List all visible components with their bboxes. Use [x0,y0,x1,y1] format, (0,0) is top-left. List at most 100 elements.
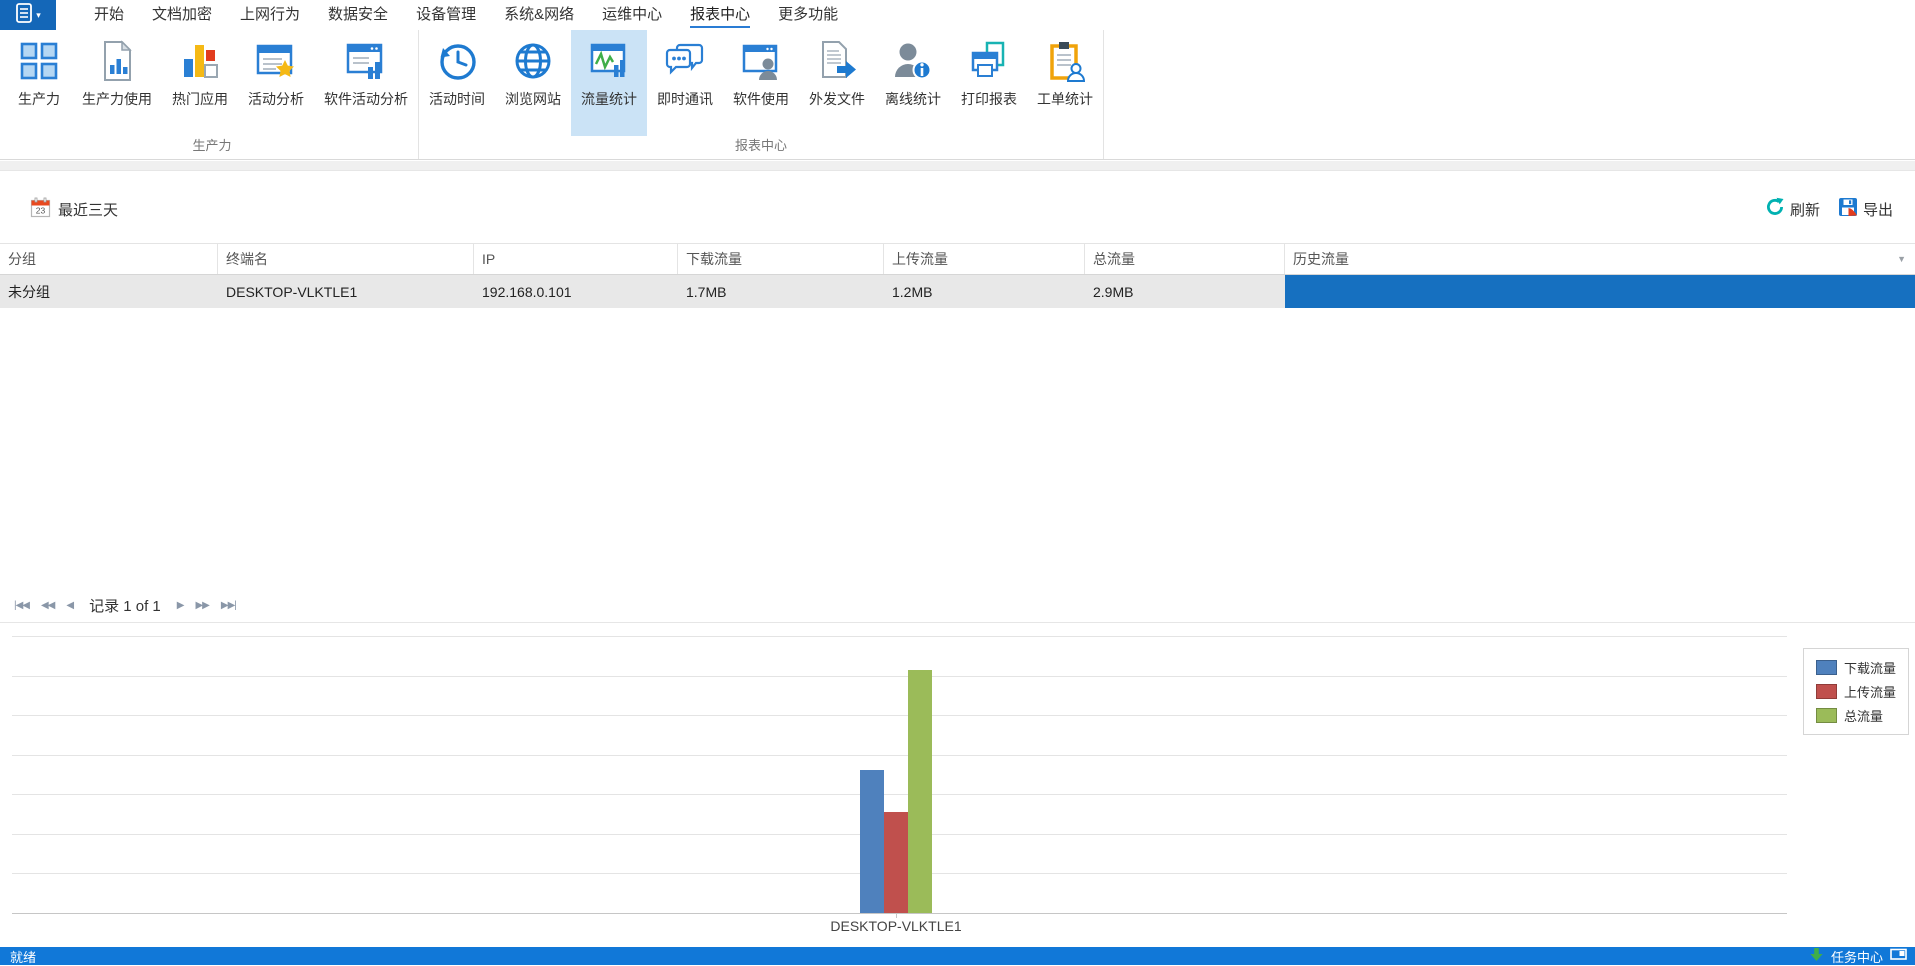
fast-forward-button[interactable]: ▶▶ [189,600,214,611]
download-arrow-icon [1809,947,1824,965]
pager-record-text: 记录 1 of 1 [89,597,161,615]
status-ready-text: 就绪 [10,949,37,965]
menu-tab-label: 上网行为 [240,5,301,23]
column-header[interactable]: 历史流量 ▼ [1285,244,1915,274]
ribbon-button[interactable]: 软件使用 [723,30,799,136]
menu-tab[interactable]: 报表中心 [676,0,764,30]
agent-status-icon[interactable] [1890,948,1907,964]
prev-page-button[interactable]: ◀ [60,600,79,611]
ribbon-button[interactable]: 浏览网站 [495,30,571,136]
next-page-button[interactable]: ▶ [171,600,190,611]
column-header[interactable]: 下载流量 [678,244,884,274]
legend-item: 上传流量 [1815,682,1896,701]
ribbon-button[interactable]: 外发文件 [799,30,875,136]
ribbon-button[interactable]: 生产力 [6,30,72,136]
window-chart-icon [343,38,389,84]
menu-bar: ▾ 开始 文档加密 上网行为 数据安全 设备管理 系统&网络 运维中心 报表中心 更多功能 [0,0,1915,30]
table-cell: 未分组 [0,275,218,308]
ribbon-button[interactable]: 工单统计 [1027,30,1103,136]
table-row[interactable]: 未分组 DESKTOP-VLKTLE1 192.168.0.101 1.7MB 1.2M… [0,275,1915,308]
menu-tab[interactable]: 运维中心 [588,0,676,30]
export-icon [1838,197,1858,221]
column-chooser-dropdown-icon[interactable]: ▼ [1897,254,1906,264]
fast-backward-button[interactable]: ◀◀ [35,600,60,611]
menu-tab-label: 数据安全 [328,5,389,23]
ribbon-group-items: 生产力 生产力使用 热门应用 活动分析 软件活动分析 [6,30,418,136]
menu-tab[interactable]: 开始 [80,0,138,30]
last-page-button[interactable]: ▶▶| [215,600,242,611]
grid-icon [16,38,62,84]
ribbon-group-label: 生产力 [192,138,232,153]
table-cell: 192.168.0.101 [474,275,678,308]
column-header[interactable]: 终端名 [218,244,474,274]
date-range-button[interactable]: 23 最近三天 [30,197,118,222]
table-cell: DESKTOP-VLKTLE1 [218,275,474,308]
table-cell: 1.7MB [678,275,884,308]
column-header-label: 历史流量 [1293,251,1349,267]
chart-bar [908,670,932,913]
ribbon-button[interactable]: 生产力使用 [72,30,162,136]
chart-gridline [12,675,1787,677]
column-header-label: 分组 [8,251,36,267]
ribbon-group-items: 活动时间 浏览网站 流量统计 即时通讯 软件使用 外发文件 离线统计 打印报表 工单统计 [419,30,1103,136]
menu-tab[interactable]: 上网行为 [226,0,314,30]
ribbon-button-label: 生产力使用 [82,91,152,107]
traffic-chart-icon [586,38,632,84]
column-header[interactable]: 分组 [0,244,218,274]
ribbon-button[interactable]: 活动时间 [419,30,495,136]
ribbon-button[interactable]: 热门应用 [162,30,238,136]
menu-tab[interactable]: 文档加密 [138,0,226,30]
pager: |◀◀ ◀◀ ◀ 记录 1 of 1 ▶ ▶▶ ▶▶| [8,592,242,618]
menu-tab[interactable]: 设备管理 [402,0,490,30]
first-page-button[interactable]: |◀◀ [8,600,35,611]
refresh-button[interactable]: 刷新 [1765,197,1820,221]
app-menu-button[interactable]: ▾ [0,0,56,30]
ribbon-button-label: 流量统计 [581,91,637,107]
ribbon-button[interactable]: 离线统计 [875,30,951,136]
traffic-chart: 下载流量 上传流量 总流量 DESKTOP-VLKTLE1 [0,630,1915,946]
column-header-label: 终端名 [226,251,268,267]
table-cell-text: 1.7MB [686,283,727,300]
menu-tab[interactable]: 系统&网络 [490,0,588,30]
date-range-label: 最近三天 [58,201,119,219]
legend-item: 总流量 [1815,706,1896,725]
legend-swatch [1815,684,1837,699]
column-header[interactable]: 上传流量 [884,244,1085,274]
menu-tab-label: 设备管理 [416,5,477,23]
column-header[interactable]: 总流量 [1085,244,1285,274]
ribbon-button-label: 软件使用 [733,91,789,107]
ribbon-button[interactable]: 即时通讯 [647,30,723,136]
export-button[interactable]: 导出 [1838,197,1893,221]
menu-tabs: 开始 文档加密 上网行为 数据安全 设备管理 系统&网络 运维中心 报表中心 更多功能 [80,0,852,30]
ribbon-button[interactable]: 活动分析 [238,30,314,136]
legend-swatch [1815,660,1837,675]
refresh-icon [1765,197,1785,221]
svg-text:23: 23 [36,205,46,215]
chart-gridline [12,754,1787,756]
ribbon-button[interactable]: 软件活动分析 [314,30,418,136]
file-export-icon [814,38,860,84]
ribbon-button-label: 打印报表 [961,91,1017,107]
menu-tab-label: 运维中心 [602,5,663,23]
chart-gridline [12,636,1787,637]
ribbon-button[interactable]: 流量统计 [571,30,647,136]
chart-bar [860,770,884,913]
ribbon: 生产力 生产力使用 热门应用 活动分析 软件活动分析 生产力 活动时间 浏览网站 流量统计 即时通… [0,30,1915,160]
ribbon-button-label: 离线统计 [885,91,941,107]
chat-icon [662,38,708,84]
printer-icon [966,38,1012,84]
legend-swatch [1815,708,1837,723]
ribbon-button[interactable]: 打印报表 [951,30,1027,136]
export-label: 导出 [1862,201,1893,219]
table-cell-text: 192.168.0.101 [482,283,572,300]
menu-tab[interactable]: 数据安全 [314,0,402,30]
column-header-label: IP [482,251,496,267]
menu-tab-label: 开始 [94,5,125,23]
column-header[interactable]: IP [474,244,678,274]
task-center-button[interactable]: 任务中心 [1809,947,1907,966]
menu-tab[interactable]: 更多功能 [764,0,852,30]
window-user-icon [738,38,784,84]
table-body: 未分组 DESKTOP-VLKTLE1 192.168.0.101 1.7MB 1.2M… [0,275,1915,308]
table-header: 分组 终端名 IP 下载流量 上传流量 总流量 历史流量 ▼ [0,243,1915,275]
traffic-table: 分组 终端名 IP 下载流量 上传流量 总流量 历史流量 ▼ 未分组 DESKTOP-VLKTL… [0,243,1915,308]
